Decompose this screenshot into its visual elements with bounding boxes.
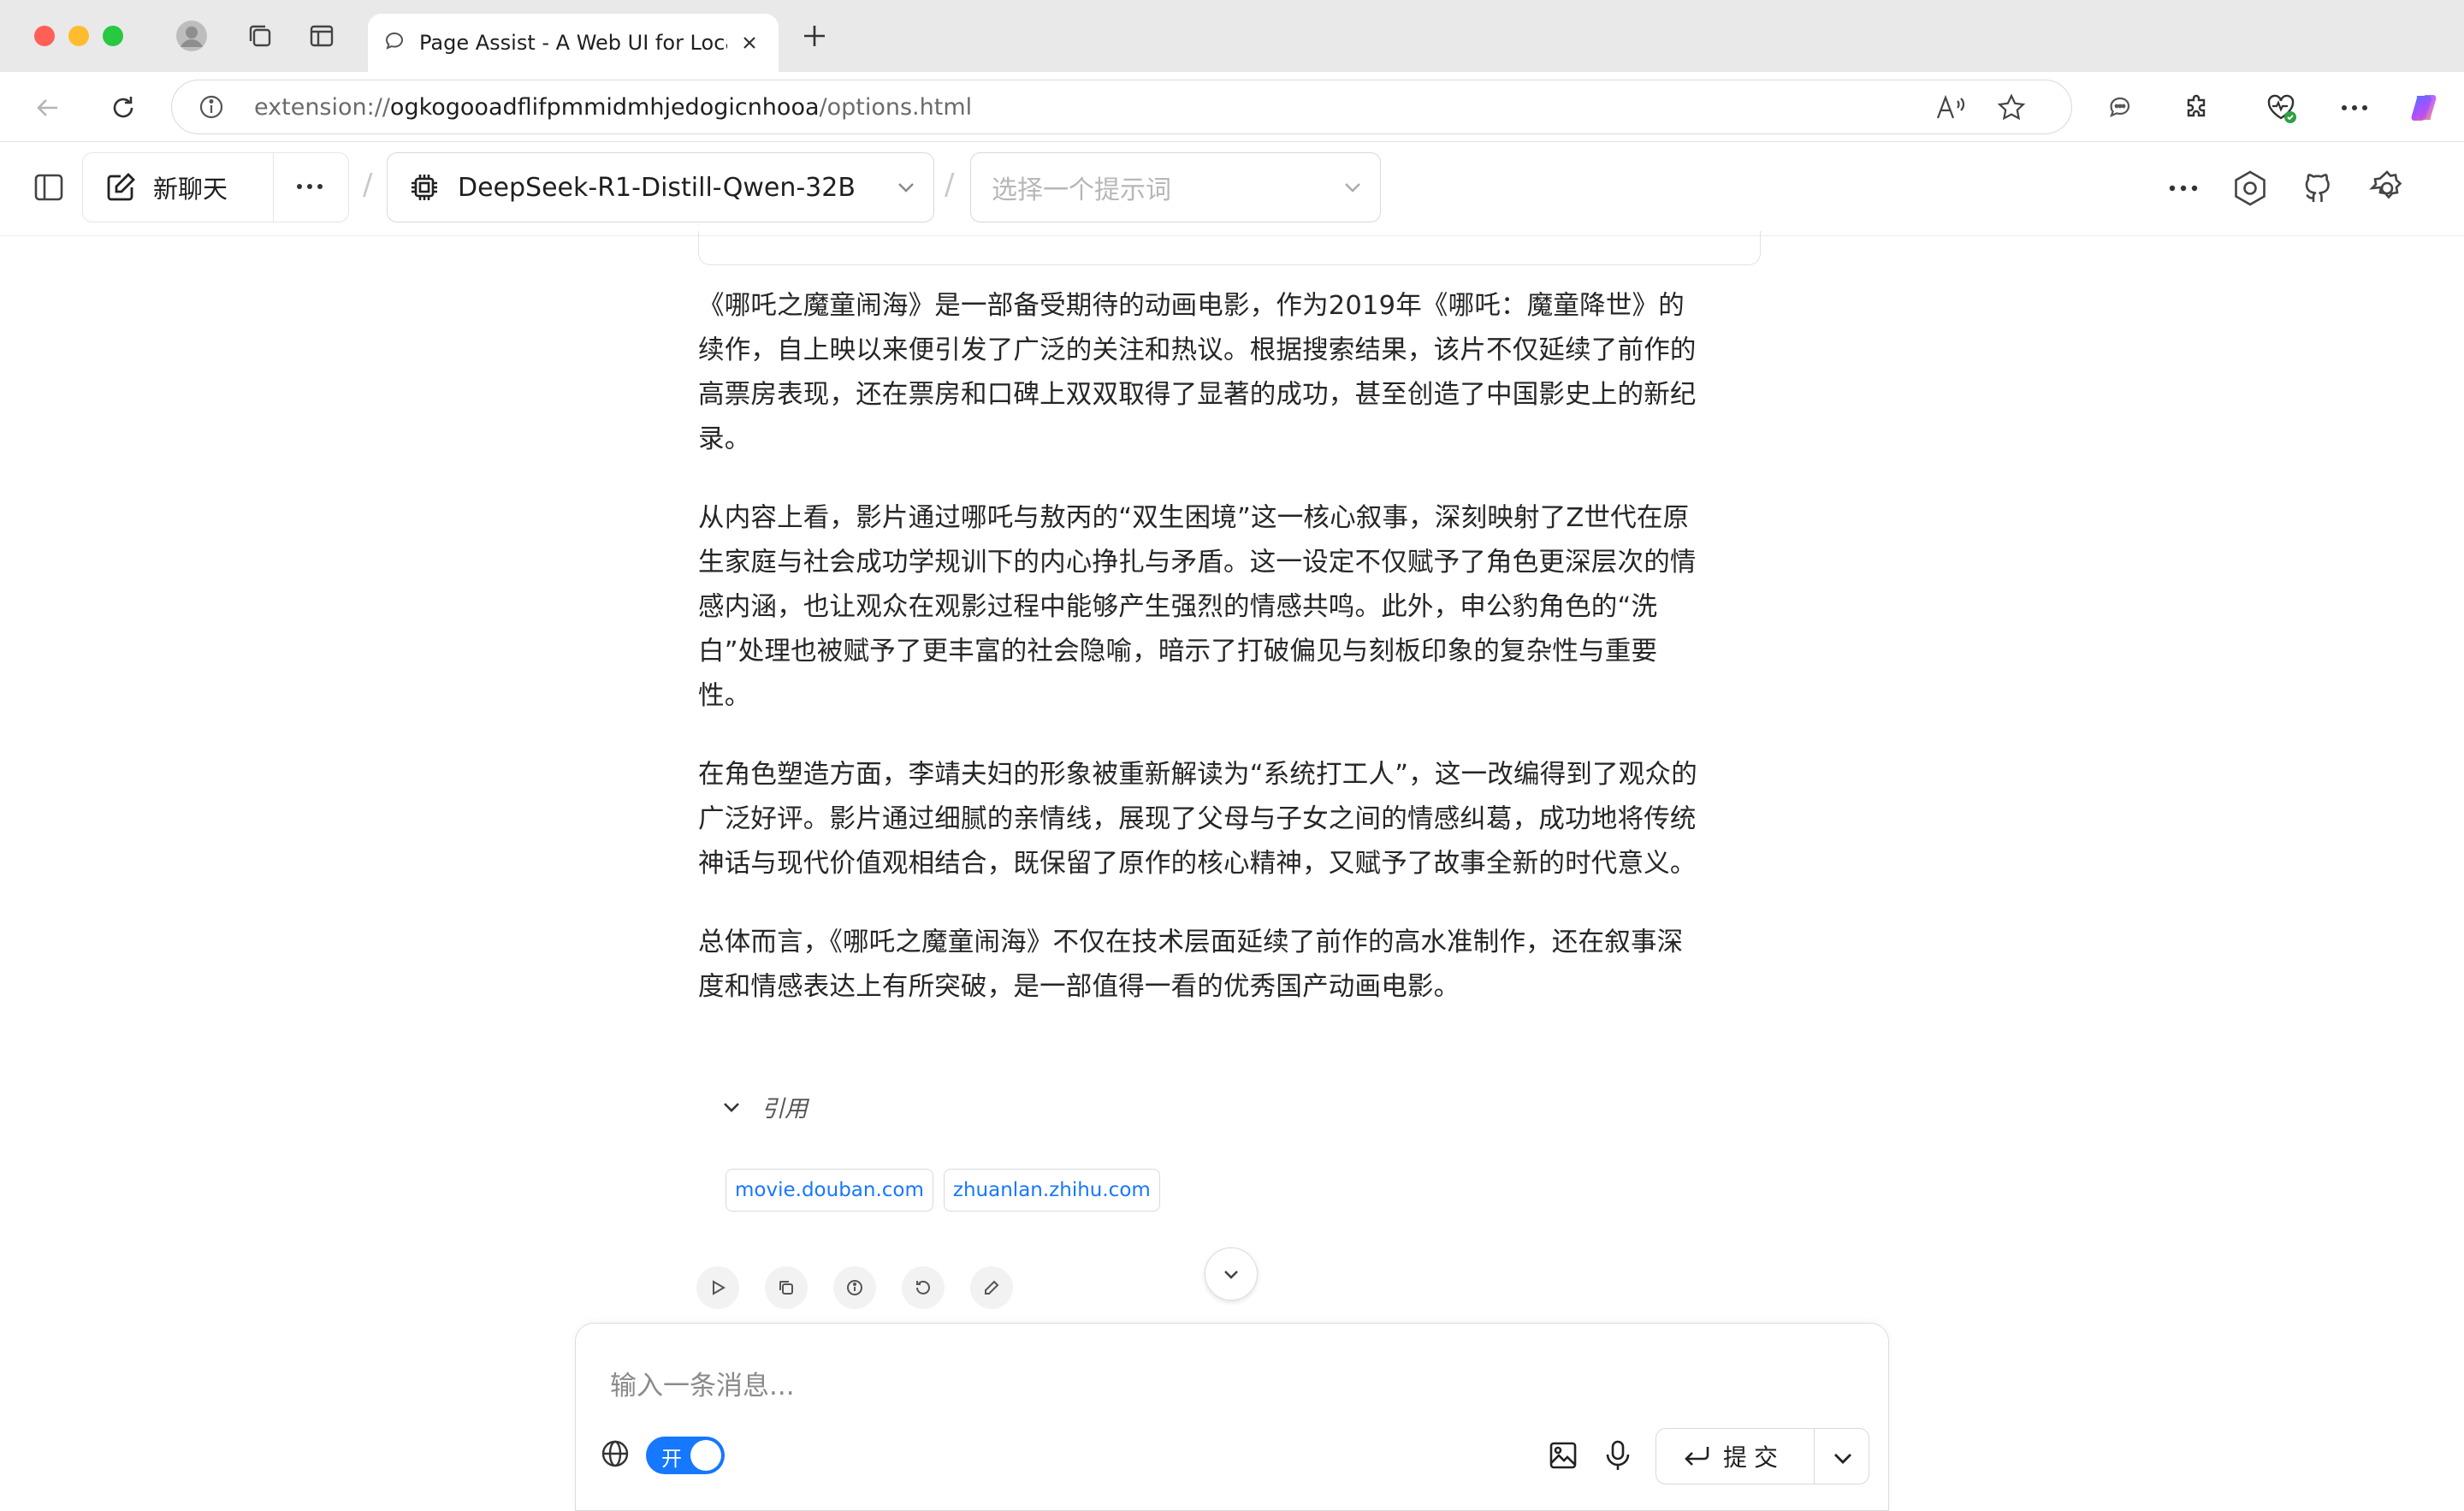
- scroll-to-bottom-button[interactable]: [1205, 1247, 1258, 1301]
- cpu-chip-icon: [408, 171, 441, 204]
- citations-label: 引用: [761, 1096, 808, 1123]
- upload-image-icon[interactable]: [1543, 1435, 1584, 1476]
- edit-pencil-icon[interactable]: [970, 1266, 1013, 1309]
- browser-essentials-icon[interactable]: [2262, 89, 2300, 127]
- submit-button[interactable]: 提交: [1723, 1439, 1785, 1473]
- message-paragraph: 总体而言，《哪吒之魔童闹海》不仅在技术层面延续了前作的高水准制作，还在叙事深度和…: [698, 927, 1684, 1002]
- citation-chip[interactable]: movie.douban.com: [726, 1169, 933, 1212]
- back-arrow-icon[interactable]: [29, 89, 67, 127]
- web-search-toggle-label: 开: [661, 1447, 682, 1471]
- header-separator: /: [945, 168, 955, 202]
- citation-chip[interactable]: zhuanlan.zhihu.com: [943, 1169, 1160, 1212]
- read-aloud-icon[interactable]: [1934, 92, 1967, 127]
- settings-gear-icon[interactable]: [2366, 168, 2408, 209]
- enter-key-icon: [1682, 1443, 1711, 1469]
- regenerate-icon[interactable]: [902, 1266, 945, 1309]
- prompt-select-placeholder: 选择一个提示词: [992, 175, 1171, 205]
- copy-icon[interactable]: [765, 1266, 808, 1309]
- more-options-icon[interactable]: [2165, 171, 2202, 205]
- address-bar[interactable]: extension://ogkogooadflifpmmidmhjedogicn…: [171, 80, 2072, 134]
- model-select-value: DeepSeek-R1-Distill-Qwen-32B: [458, 172, 856, 203]
- citations-toggle[interactable]: 引用: [720, 1090, 808, 1123]
- url-scheme: extension://: [254, 94, 390, 121]
- url-path: /options.html: [819, 94, 973, 121]
- window-close-button[interactable]: [34, 26, 55, 46]
- new-chat-group: 新聊天: [82, 152, 349, 222]
- profile-avatar-icon[interactable]: [175, 19, 209, 53]
- site-info-icon[interactable]: [198, 93, 225, 124]
- message-paragraph: 从内容上看，影片通过哪吒与敖丙的“双生困境”这一核心叙事，深刻映射了Z世代在原生…: [698, 503, 1697, 711]
- play-icon[interactable]: [696, 1266, 739, 1309]
- favorite-star-icon[interactable]: [1996, 92, 2027, 127]
- model-select[interactable]: DeepSeek-R1-Distill-Qwen-32B: [387, 152, 934, 222]
- chat-more-icon[interactable]: [295, 182, 324, 191]
- chevron-down-icon: [1220, 1263, 1242, 1285]
- page-assist-extension-icon[interactable]: [2101, 89, 2139, 127]
- new-tab-icon[interactable]: [797, 19, 832, 53]
- reload-icon[interactable]: [104, 89, 142, 127]
- message-paragraph: 《哪吒之魔童闹海》是一部备受期待的动画电影，作为2019年《哪吒：魔童降世》的续…: [698, 291, 1697, 454]
- collections-icon[interactable]: [243, 19, 277, 53]
- message-input[interactable]: [610, 1365, 1808, 1407]
- web-search-toggle[interactable]: 开: [646, 1437, 725, 1474]
- more-menu-icon[interactable]: [2336, 89, 2373, 127]
- toggle-knob: [690, 1440, 721, 1471]
- previous-message-card: [698, 231, 1761, 265]
- chevron-down-icon: [720, 1096, 743, 1118]
- url-text: extension://ogkogooadflifpmmidmhjedogicn…: [254, 94, 972, 121]
- divider: [273, 153, 274, 222]
- message-composer: 开 提交: [575, 1323, 1889, 1511]
- tab-close-icon[interactable]: [736, 29, 763, 56]
- submit-options-chevron-icon[interactable]: [1826, 1441, 1860, 1475]
- chat-bubble-icon: [383, 30, 406, 56]
- chevron-down-icon: [1342, 177, 1363, 201]
- extensions-puzzle-icon[interactable]: [2178, 89, 2216, 127]
- citation-list: movie.douban.com zhuanlan.zhihu.com: [726, 1169, 1160, 1212]
- window-minimize-button[interactable]: [68, 26, 89, 46]
- sidebar-toggle-icon[interactable]: [29, 168, 68, 207]
- github-icon[interactable]: [2298, 168, 2339, 209]
- header-separator: /: [363, 168, 373, 202]
- edit-square-icon: [104, 170, 138, 204]
- window-maximize-button[interactable]: [103, 26, 123, 46]
- info-icon[interactable]: [833, 1266, 876, 1309]
- assistant-message: 《哪吒之魔童闹海》是一部备受期待的动画电影，作为2019年《哪吒：魔童降世》的续…: [698, 284, 1703, 1044]
- active-tab[interactable]: Page Assist - A Web UI for Local AI Mode…: [368, 14, 779, 72]
- copilot-icon[interactable]: [2408, 89, 2445, 127]
- vertical-tabs-icon[interactable]: [305, 19, 339, 53]
- model-settings-icon[interactable]: [2230, 168, 2271, 209]
- prompt-select[interactable]: 选择一个提示词: [970, 152, 1381, 222]
- divider: [1814, 1429, 1815, 1484]
- message-actions: [696, 1266, 1013, 1309]
- submit-button-group: 提交: [1656, 1428, 1869, 1484]
- tab-title: Page Assist - A Web UI for Local AI Mode…: [419, 31, 727, 55]
- url-host: ogkogooadflifpmmidmhjedogicnhooa: [389, 94, 820, 121]
- app-header: 新聊天 / DeepSeek-R1-Distill-Qwen-32B / 选择一…: [0, 142, 2464, 236]
- globe-icon: [598, 1437, 632, 1471]
- microphone-icon[interactable]: [1597, 1435, 1638, 1476]
- browser-toolbar: extension://ogkogooadflifpmmidmhjedogicn…: [0, 72, 2464, 142]
- new-chat-button[interactable]: 新聊天: [153, 169, 228, 205]
- message-paragraph: 在角色塑造方面，李靖夫妇的形象被重新解读为“系统打工人”，这一改编得到了观众的广…: [698, 760, 1697, 879]
- chevron-down-icon: [896, 177, 916, 201]
- browser-tab-strip: Page Assist - A Web UI for Local AI Mode…: [0, 0, 2464, 72]
